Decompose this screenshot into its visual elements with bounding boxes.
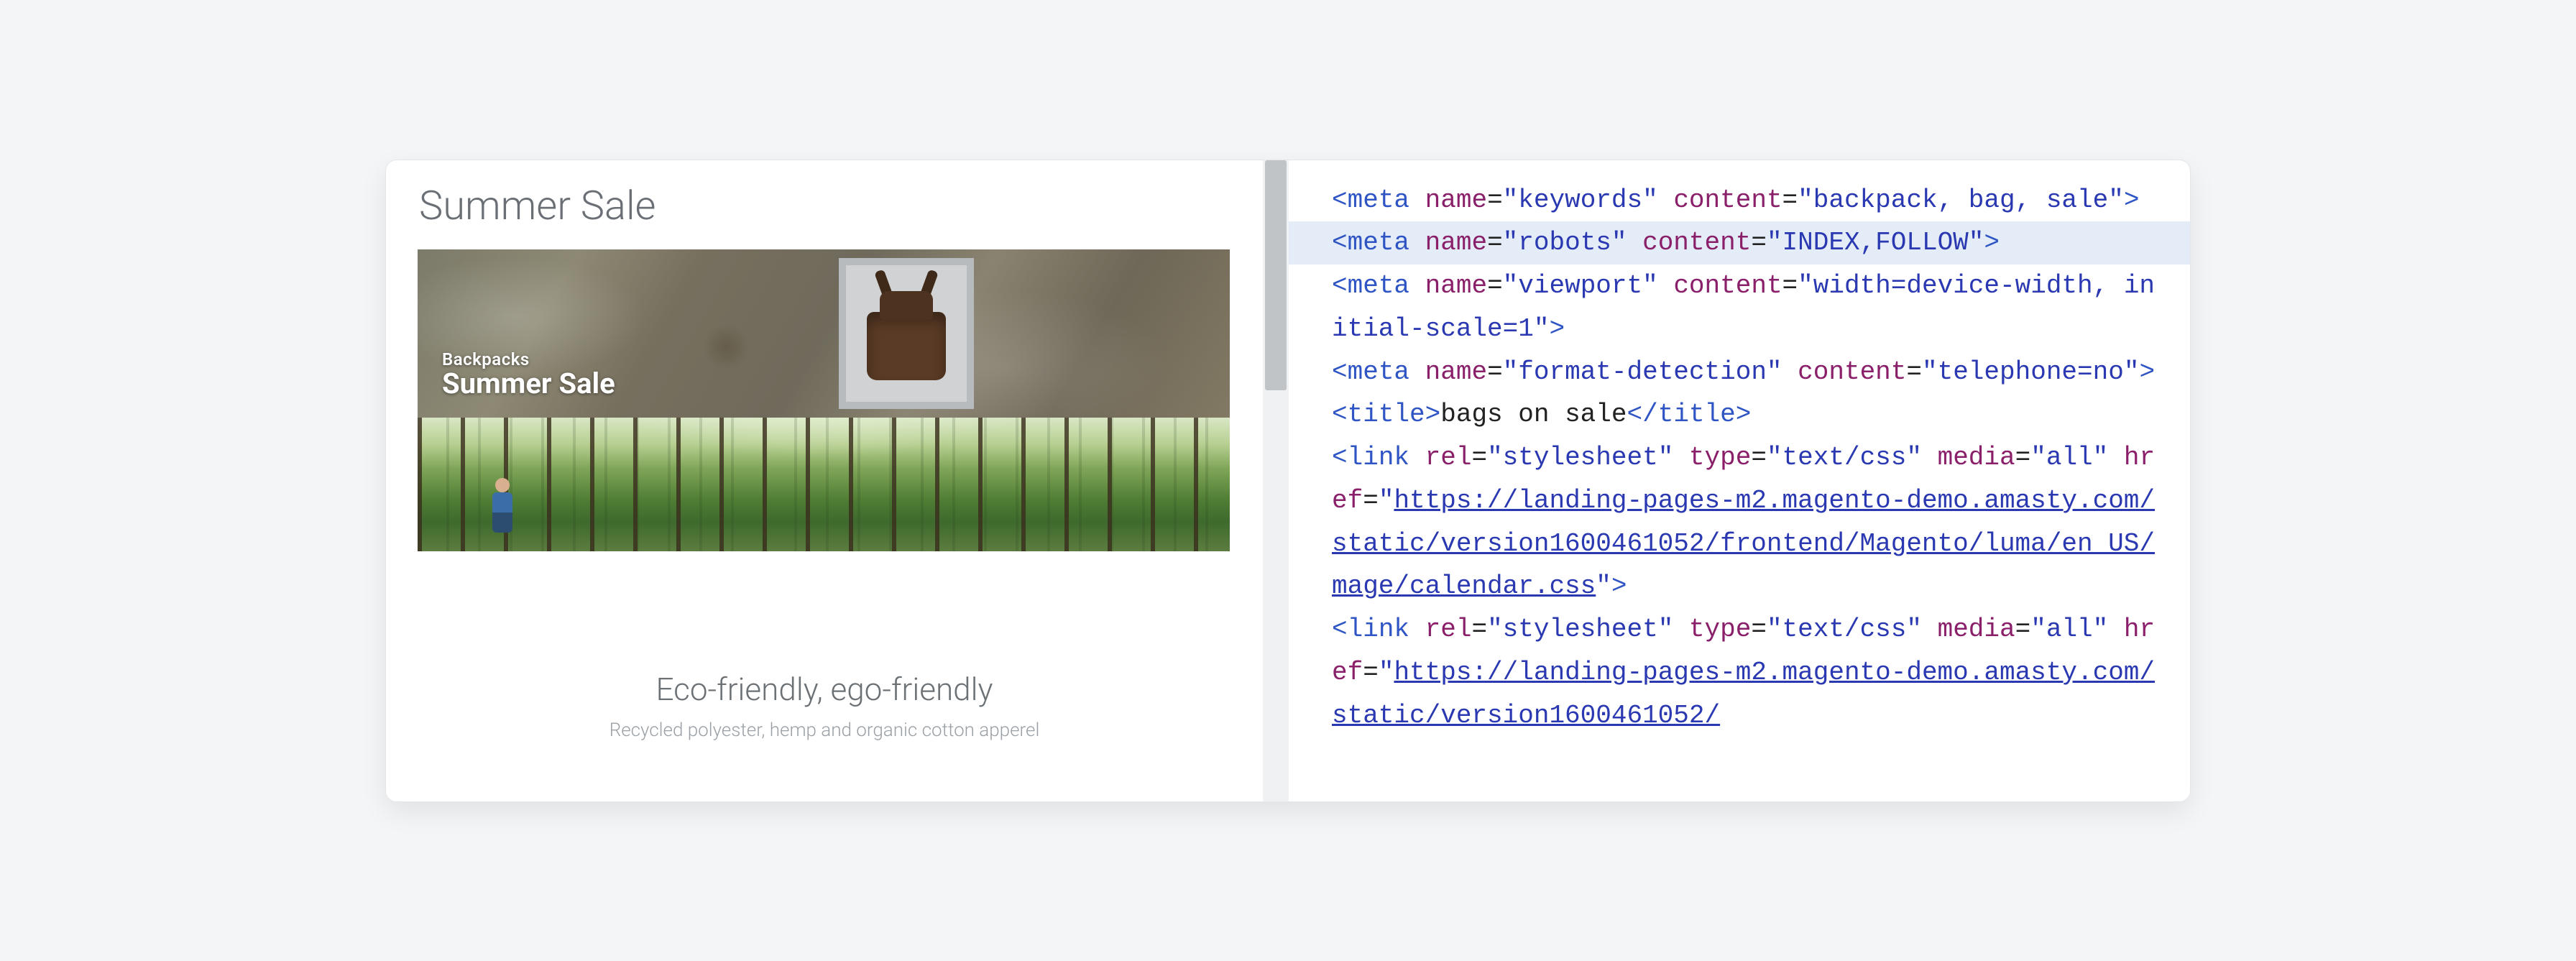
page-title: Summer Sale — [419, 182, 656, 229]
code-line-meta-viewport[interactable]: <meta name="viewport" content="width=dev… — [1332, 265, 2158, 351]
app-root: Summer Sale Backpacks Summer Sale Eco-fr… — [0, 0, 2576, 961]
code-line-link-css-partial[interactable]: <link rel="stylesheet" type="text/css" m… — [1332, 608, 2158, 737]
page-source-panel[interactable]: <meta name="keywords" content="backpack,… — [1289, 160, 2190, 801]
stylesheet-link[interactable]: https://landing-pages-m2.magento-demo.am… — [1332, 486, 2155, 602]
code-line-title[interactable]: <title>bags on sale</title> — [1332, 393, 2158, 436]
hero-banner-backpacks[interactable]: Backpacks Summer Sale — [418, 249, 1230, 418]
code-line-meta-robots[interactable]: <meta name="robots" content="INDEX,FOLLO… — [1289, 221, 2190, 265]
code-line-meta-keywords[interactable]: <meta name="keywords" content="backpack,… — [1332, 179, 2158, 222]
code-line-meta-format-detection[interactable]: <meta name="format-detection" content="t… — [1332, 351, 2158, 394]
preview-scrollbar-track[interactable] — [1263, 160, 1289, 801]
promo-heading: Eco-friendly, ego-friendly — [386, 671, 1263, 708]
hero-banner-text: Backpacks Summer Sale — [442, 349, 615, 400]
promo-subheading: Recycled polyester, hemp and organic cot… — [386, 719, 1263, 741]
hero-banner-headline: Summer Sale — [442, 367, 615, 400]
backpack-product-image — [839, 258, 974, 409]
preview-source-card: Summer Sale Backpacks Summer Sale Eco-fr… — [385, 160, 2191, 802]
hero-banner-forest[interactable] — [418, 418, 1230, 551]
code-line-link-calendar-css[interactable]: <link rel="stylesheet" type="text/css" m… — [1332, 436, 2158, 608]
promo-copy-block: Eco-friendly, ego-friendly Recycled poly… — [386, 671, 1263, 741]
hiker-figure — [489, 478, 515, 535]
stylesheet-link[interactable]: https://landing-pages-m2.magento-demo.am… — [1332, 658, 2155, 730]
page-preview-panel: Summer Sale Backpacks Summer Sale Eco-fr… — [386, 160, 1263, 801]
preview-scrollbar-thumb[interactable] — [1265, 160, 1287, 390]
